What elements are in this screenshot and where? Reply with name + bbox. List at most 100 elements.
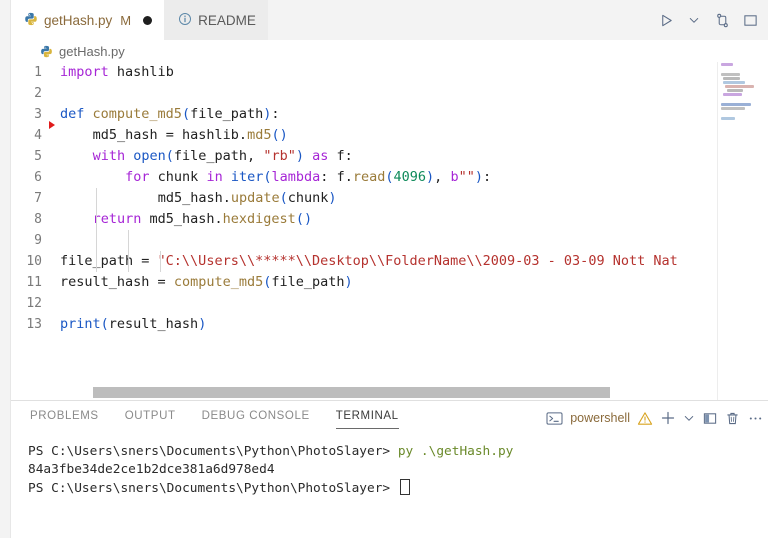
line-number: 2: [34, 86, 42, 101]
panel-actions: powershell: [546, 410, 768, 426]
code-line-text: file_path = "C:\\Users\\*****\\Desktop\\…: [60, 253, 678, 269]
terminal-output-text: 84a3fbe34de2ce1b2dce381a6d978ed4: [28, 462, 275, 477]
terminal-dropdown-icon[interactable]: [683, 412, 695, 424]
code-content[interactable]: 1 import hashlib 2 3 def compute_md5(file_pa…: [10, 62, 768, 335]
code-line[interactable]: 9: [10, 230, 768, 251]
minimap-line: [721, 103, 751, 106]
code-line-text: result_hash = compute_md5(file_path): [60, 274, 353, 290]
tab-readme[interactable]: README: [164, 0, 268, 40]
code-line-text: def compute_md5(file_path):: [60, 106, 280, 122]
minimap-line: [723, 77, 741, 80]
editor-actions: [654, 0, 768, 40]
minimap-line: [721, 107, 745, 110]
code-line[interactable]: 10 file_path = "C:\\Users\\*****\\Desktop…: [10, 251, 768, 272]
minimap[interactable]: [717, 62, 754, 400]
terminal-shell-label[interactable]: powershell: [570, 411, 630, 425]
panel-tab-debug-console[interactable]: DEBUG CONSOLE: [202, 410, 310, 426]
terminal-prompt: PS C:\Users\sners\Documents\Python\Photo…: [28, 481, 398, 496]
terminal-icon[interactable]: [546, 411, 563, 426]
line-number: 13: [26, 317, 42, 332]
tab-modified-badge: M: [120, 12, 132, 28]
line-number: 8: [34, 212, 42, 227]
more-actions-icon[interactable]: [738, 8, 762, 32]
code-line-text: md5_hash = hashlib.md5(): [92, 127, 288, 143]
run-python-file-icon[interactable]: [654, 8, 678, 32]
line-number: 11: [26, 275, 42, 290]
code-line-text: for chunk in iter(lambda: f.read(4096), …: [125, 169, 492, 185]
code-line-text: import hashlib: [60, 64, 174, 80]
code-line-text: with open(file_path, "rb") as f:: [92, 148, 353, 164]
line-number: 5: [34, 149, 42, 164]
editor-tab-bar: getHash.py M README: [0, 0, 768, 40]
info-icon: [178, 12, 192, 29]
line-number: 3: [34, 107, 42, 122]
code-line[interactable]: 8 return md5_hash.hexdigest(): [10, 209, 768, 230]
minimap-line: [721, 63, 733, 66]
breadcrumb[interactable]: getHash.py: [0, 40, 768, 62]
terminal-line: 84a3fbe34de2ce1b2dce381a6d978ed4: [28, 461, 768, 479]
minimap-line: [721, 73, 740, 76]
editor-area: 1 import hashlib 2 3 def compute_md5(file_pa…: [0, 62, 768, 400]
line-number: 1: [34, 65, 42, 80]
code-editor[interactable]: 1 import hashlib 2 3 def compute_md5(file_pa…: [0, 62, 768, 400]
horizontal-scrollbar[interactable]: [0, 386, 768, 400]
python-icon: [24, 12, 38, 29]
line-number: 10: [26, 254, 42, 269]
terminal-prompt: PS C:\Users\sners\Documents\Python\Photo…: [28, 444, 398, 459]
line-number: 9: [34, 233, 42, 248]
split-terminal-icon[interactable]: [702, 411, 718, 426]
minimap-line: [723, 93, 742, 96]
code-line[interactable]: 2: [10, 83, 768, 104]
minimap-line: [723, 81, 745, 84]
line-number: 4: [34, 128, 42, 143]
minimap-line: [721, 117, 735, 120]
line-number: 6: [34, 170, 42, 185]
code-line[interactable]: 6 for chunk in iter(lambda: f.read(4096)…: [10, 167, 768, 188]
panel-tab-terminal[interactable]: TERMINAL: [335, 410, 399, 429]
minimap-line: [725, 85, 754, 88]
bottom-panel: PROBLEMS OUTPUT DEBUG CONSOLE TERMINAL p…: [0, 400, 768, 538]
tab-gethash-py[interactable]: getHash.py M: [10, 0, 165, 40]
indent-guide: [128, 230, 129, 272]
tab-label: getHash.py: [44, 12, 113, 28]
code-line[interactable]: 4 md5_hash = hashlib.md5(): [10, 125, 768, 146]
code-line[interactable]: 1 import hashlib: [10, 62, 768, 83]
line-number: 12: [26, 296, 42, 311]
code-line[interactable]: 7 md5_hash.update(chunk): [10, 188, 768, 209]
horizontal-scrollbar-thumb[interactable]: [93, 387, 610, 398]
tab-bar-empty-space: [267, 0, 654, 40]
code-line[interactable]: 11 result_hash = compute_md5(file_path): [10, 272, 768, 293]
code-line-text: return md5_hash.hexdigest(): [92, 211, 313, 227]
line-number: 7: [34, 191, 42, 206]
tab-label: README: [198, 12, 256, 28]
indent-guide: [96, 188, 97, 272]
breadcrumb-file-label[interactable]: getHash.py: [59, 44, 125, 59]
activity-bar-edge: [0, 0, 11, 538]
terminal-more-icon[interactable]: [747, 411, 764, 426]
terminal-line: PS C:\Users\sners\Documents\Python\Photo…: [28, 479, 768, 498]
panel-tab-problems[interactable]: PROBLEMS: [30, 410, 99, 426]
kill-terminal-icon[interactable]: [725, 411, 740, 426]
panel-tab-output[interactable]: OUTPUT: [125, 410, 176, 426]
terminal-command: py .\getHash.py: [397, 444, 514, 459]
code-line-text: print(result_hash): [60, 316, 207, 332]
python-icon: [40, 44, 53, 59]
indent-guide: [160, 251, 161, 272]
minimap-line: [727, 89, 744, 92]
code-line-text: md5_hash.update(chunk): [157, 190, 337, 206]
new-terminal-icon[interactable]: [660, 410, 676, 426]
terminal-cursor[interactable]: [399, 479, 410, 495]
split-editor-right-icon[interactable]: [710, 8, 734, 32]
terminal-output[interactable]: PS C:\Users\sners\Documents\Python\Photo…: [0, 435, 768, 538]
code-line[interactable]: 13 print(result_hash): [10, 314, 768, 335]
warning-icon[interactable]: [637, 411, 653, 426]
code-line[interactable]: 5 with open(file_path, "rb") as f:: [10, 146, 768, 167]
code-line[interactable]: 3 def compute_md5(file_path):: [10, 104, 768, 129]
vscode-window: getHash.py M README getHash.py 1 import …: [0, 0, 768, 538]
panel-tab-bar: PROBLEMS OUTPUT DEBUG CONSOLE TERMINAL p…: [0, 401, 768, 435]
tab-dirty-indicator[interactable]: [143, 15, 153, 25]
code-line[interactable]: 12: [10, 293, 768, 314]
chevron-down-icon[interactable]: [682, 8, 706, 32]
vertical-scrollbar[interactable]: [754, 62, 768, 400]
terminal-line: PS C:\Users\sners\Documents\Python\Photo…: [28, 443, 768, 461]
